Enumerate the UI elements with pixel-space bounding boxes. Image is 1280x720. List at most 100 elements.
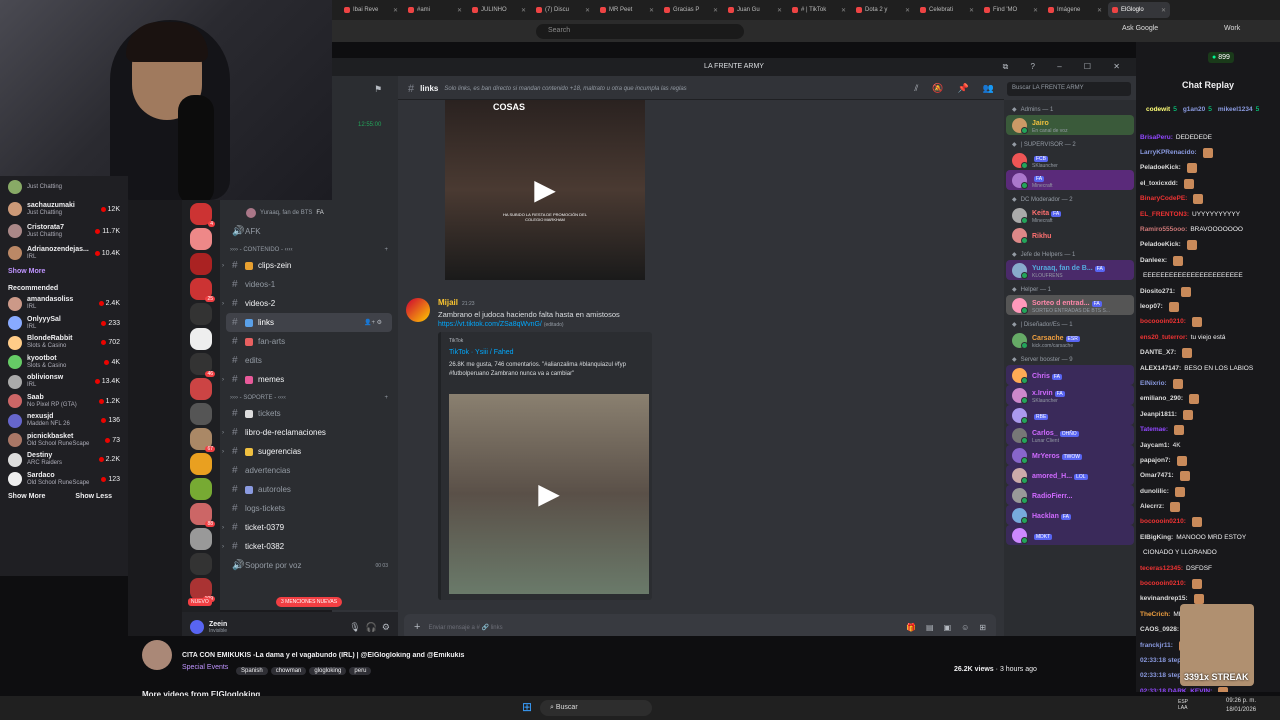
chat-username[interactable]: dunolilic:	[1140, 485, 1169, 499]
member-item[interactable]: x.Irvin FA SKlauncher	[1006, 385, 1134, 405]
chat-username[interactable]: EL_FRENTON3:	[1140, 208, 1189, 222]
message-author[interactable]: Mijail	[438, 298, 458, 307]
browser-tab[interactable]: Imágene ✕	[1044, 2, 1106, 18]
taskbar-search[interactable]: ⌕ Buscar	[540, 700, 652, 716]
play-icon[interactable]: ▶	[530, 175, 560, 205]
apps-icon[interactable]: ⊞	[979, 623, 986, 632]
composer-input[interactable]: Enviar mensaje a # 🔗 links	[428, 624, 502, 631]
close-icon[interactable]: ✕	[905, 7, 910, 14]
channel-topic[interactable]: Solo links, es ban directo si mandan con…	[444, 86, 686, 92]
embed-title[interactable]: TikTok · Ysiii / Fahed	[449, 349, 644, 356]
channel-item[interactable]: # advertencias	[220, 461, 398, 480]
channel-item[interactable]: › # libro-de-reclamaciones	[220, 423, 398, 442]
member-item[interactable]: MDKT	[1006, 525, 1134, 545]
close-icon[interactable]: ✕	[1161, 7, 1166, 14]
avatar[interactable]	[190, 620, 204, 634]
pin-icon[interactable]: 📌	[958, 83, 969, 94]
chat-username[interactable]: bocoooin0210:	[1140, 577, 1186, 591]
mentions-badge[interactable]: 3 MENCIONES NUEVAS	[276, 597, 343, 607]
chat-username[interactable]: Diosito271:	[1140, 285, 1175, 299]
bell-icon[interactable]: 🔕	[932, 83, 943, 94]
browser-tab[interactable]: Ibai Reve ✕	[340, 2, 402, 18]
chat-username[interactable]: bocoooin0210:	[1140, 515, 1186, 529]
clock-date[interactable]: 18/01/2026	[1226, 707, 1256, 713]
member-item[interactable]: MrYeros TWOW	[1006, 445, 1134, 465]
headphones-icon[interactable]: 🎧	[366, 622, 377, 633]
server-icon[interactable]	[190, 228, 212, 250]
chat-username[interactable]: BinaryCodePE:	[1140, 192, 1187, 206]
member-item[interactable]: RBE	[1006, 405, 1134, 425]
server-search-input[interactable]: Buscar LA FRENTE ARMY	[1007, 82, 1131, 96]
chat-username[interactable]: teceras12345:	[1140, 562, 1183, 576]
member-item[interactable]: Sorteo d entrad... FA SORTEO ENTRADAS DE B…	[1006, 295, 1134, 315]
server-icon[interactable]: 88	[190, 503, 215, 527]
browser-tab[interactable]: #ami ✕	[404, 2, 466, 18]
chat-username[interactable]: ElNixrio:	[1140, 377, 1167, 391]
member-item[interactable]: FCB SKlauncher	[1006, 150, 1134, 170]
channel-settings-icon[interactable]: 👤+ ⚙	[364, 319, 382, 326]
chat-username[interactable]: ALEX147147:	[1140, 362, 1181, 376]
video-attachment[interactable]: ▶	[449, 394, 649, 594]
close-icon[interactable]: ✕	[1033, 7, 1038, 14]
channel-item[interactable]: # logs-tickets	[220, 499, 398, 518]
chat-username[interactable]: LarryKPRenacido:	[1140, 146, 1197, 160]
chat-username[interactable]: Jeanpi1811:	[1140, 408, 1177, 422]
play-icon[interactable]: ▶	[534, 479, 564, 509]
chat-username[interactable]: papajon7:	[1140, 454, 1171, 468]
server-icon[interactable]	[190, 303, 212, 325]
member-item[interactable]: Hacklan FA	[1006, 505, 1134, 525]
member-item[interactable]: FA Minecraft	[1006, 170, 1134, 190]
recommended-channel[interactable]: Saab No Pixel RP (GTA) 1.2K	[0, 392, 128, 412]
chat-username[interactable]: franckjr11:	[1140, 639, 1173, 653]
new-badge[interactable]: NUEVO	[188, 598, 212, 606]
server-icon[interactable]	[190, 253, 212, 275]
message-link[interactable]: https://vt.tiktok.com/ZSa8qWvnG/	[438, 321, 542, 328]
channel-item[interactable]: › # memes	[220, 370, 398, 389]
show-more-link[interactable]: Show More	[0, 264, 128, 279]
show-less-link[interactable]: Show Less	[67, 489, 120, 504]
browser-tab[interactable]: Celebrati ✕	[916, 2, 978, 18]
channel-category[interactable]: ›››› - CONTENIDO - ‹‹‹‹ +	[220, 241, 398, 256]
stream-tag[interactable]: peru	[349, 667, 372, 675]
browser-tab[interactable]: MR Peet ✕	[596, 2, 658, 18]
channel-item[interactable]: # links 👤+ ⚙	[226, 313, 392, 332]
recommended-channel[interactable]: OnlyyySal IRL 233	[0, 314, 128, 334]
chat-username[interactable]: bocoooin0210:	[1140, 315, 1186, 329]
channel-item[interactable]: # videos-1	[220, 275, 398, 294]
server-icon[interactable]	[190, 328, 212, 350]
chat-username[interactable]: TheCrich:	[1140, 608, 1170, 622]
browser-tab[interactable]: Find 'MO ✕	[980, 2, 1042, 18]
plus-icon[interactable]: +	[384, 247, 388, 253]
chat-username[interactable]: CAOS_0928:	[1140, 623, 1179, 637]
sticker-icon[interactable]: ▣	[944, 623, 952, 632]
emoji-icon[interactable]: ☺	[961, 623, 969, 632]
recommended-channel[interactable]: amandasoliss IRL 2.4K	[0, 294, 128, 314]
gifter-item[interactable]: codewit 5	[1146, 106, 1177, 113]
server-icon[interactable]: 109	[190, 578, 215, 602]
close-icon[interactable]: ✕	[649, 7, 654, 14]
chat-username[interactable]: emiliano_290:	[1140, 392, 1183, 406]
browser-tab[interactable]: ElGloglo ✕	[1108, 2, 1170, 18]
member-item[interactable]: Jairo En canal de voz	[1006, 115, 1134, 135]
server-icon[interactable]: 25	[190, 278, 215, 302]
voice-user[interactable]: Yuraaq, fan de BTS FA	[220, 200, 398, 222]
gift-icon[interactable]: 🎁	[906, 623, 916, 632]
member-item[interactable]: Carsache ESR kick.com/carsache	[1006, 330, 1134, 350]
server-icon[interactable]	[190, 453, 212, 475]
chat-username[interactable]: PeladoeKick:	[1140, 161, 1181, 175]
gifter-item[interactable]: g1an20 5	[1183, 106, 1212, 113]
avatar[interactable]	[406, 298, 430, 322]
channel-item[interactable]: › # sugerencias	[220, 442, 398, 461]
browser-tab[interactable]: Gracias P ✕	[660, 2, 722, 18]
member-item[interactable]: Rikhu	[1006, 225, 1134, 245]
member-item[interactable]: Yuraaq, fan de B... FA KLOUFRENS	[1006, 260, 1134, 280]
plus-icon[interactable]: +	[414, 621, 420, 633]
chat-username[interactable]: Tatemae:	[1140, 423, 1168, 437]
member-item[interactable]: Chris FA	[1006, 365, 1134, 385]
video-attachment[interactable]: COSAS HA SUBIDO LA FIESTA DE PROMOCIÓN D…	[445, 100, 645, 280]
browser-tab[interactable]: (7) Discu ✕	[532, 2, 594, 18]
chat-username[interactable]: Alecrrz:	[1140, 500, 1164, 514]
stream-tag[interactable]: Spanish	[236, 667, 268, 675]
channel-category[interactable]: ›››› - SOPORTE - ‹‹‹‹ +	[220, 389, 398, 404]
recommended-channel[interactable]: picnickbasket Old School RuneScape 73	[0, 431, 128, 451]
